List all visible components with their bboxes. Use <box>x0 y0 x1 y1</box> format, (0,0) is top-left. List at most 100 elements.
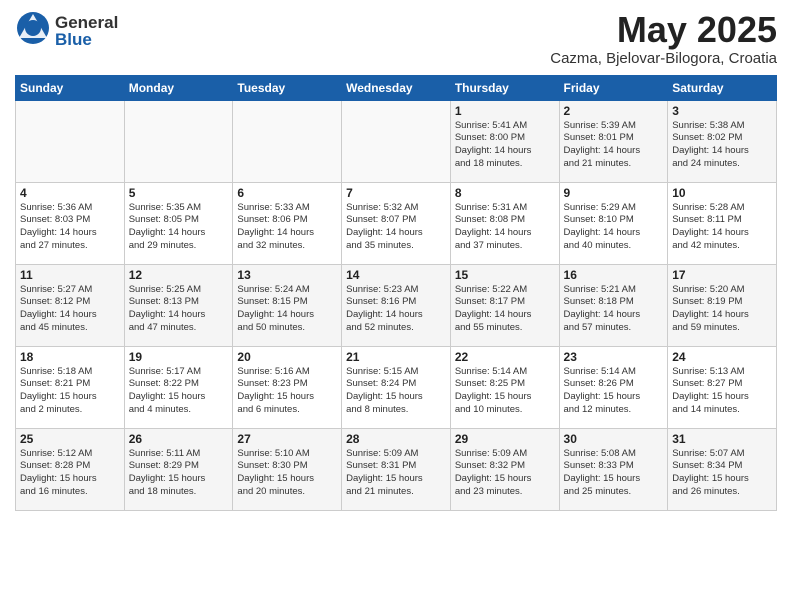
day-number: 22 <box>455 350 555 364</box>
day-info: Sunrise: 5:39 AMSunset: 8:01 PMDaylight:… <box>564 120 664 171</box>
logo-icon <box>15 10 51 51</box>
day-number: 16 <box>564 268 664 282</box>
calendar-header-thursday: Thursday <box>450 75 559 100</box>
day-number: 18 <box>20 350 120 364</box>
calendar-cell: 25 Sunrise: 5:12 AMSunset: 8:28 PMDayligh… <box>16 428 125 510</box>
day-info: Sunrise: 5:09 AMSunset: 8:32 PMDaylight:… <box>455 448 555 499</box>
calendar-cell: 4 Sunrise: 5:36 AMSunset: 8:03 PMDaylight… <box>16 182 125 264</box>
day-number: 10 <box>672 186 772 200</box>
calendar-header-friday: Friday <box>559 75 668 100</box>
day-info: Sunrise: 5:14 AMSunset: 8:25 PMDaylight:… <box>455 366 555 417</box>
calendar-cell <box>16 100 125 182</box>
day-number: 5 <box>129 186 229 200</box>
calendar-cell: 27Sunrise: 5:10 AMSunset: 8:30 PMDayligh… <box>233 428 342 510</box>
day-number: 3 <box>672 104 772 118</box>
calendar-cell: 28 Sunrise: 5:09 AMSunset: 8:31 PMDayligh… <box>342 428 451 510</box>
day-info: Sunrise: 5:11 AMSunset: 8:29 PMDaylight:… <box>129 448 229 499</box>
day-info: Sunrise: 5:36 AMSunset: 8:03 PMDaylight:… <box>20 202 120 253</box>
calendar-cell: 29 Sunrise: 5:09 AMSunset: 8:32 PMDayligh… <box>450 428 559 510</box>
calendar-week-0: 1Sunrise: 5:41 AMSunset: 8:00 PMDaylight… <box>16 100 777 182</box>
header: General Blue May 2025 Cazma, Bjelovar-Bi… <box>15 10 777 67</box>
day-info: Sunrise: 5:08 AMSunset: 8:33 PMDaylight:… <box>564 448 664 499</box>
calendar-week-2: 11Sunrise: 5:27 AMSunset: 8:12 PMDayligh… <box>16 264 777 346</box>
day-number: 6 <box>237 186 337 200</box>
day-number: 4 <box>20 186 120 200</box>
page: General Blue May 2025 Cazma, Bjelovar-Bi… <box>0 0 792 612</box>
day-number: 31 <box>672 432 772 446</box>
calendar-cell: 19 Sunrise: 5:17 AMSunset: 8:22 PMDayligh… <box>124 346 233 428</box>
calendar-week-1: 4 Sunrise: 5:36 AMSunset: 8:03 PMDaylight… <box>16 182 777 264</box>
day-number: 28 <box>346 432 446 446</box>
logo: General Blue <box>15 10 118 51</box>
day-number: 14 <box>346 268 446 282</box>
logo-blue-text: Blue <box>55 31 118 48</box>
day-number: 23 <box>564 350 664 364</box>
day-number: 1 <box>455 104 555 118</box>
day-info: Sunrise: 5:24 AMSunset: 8:15 PMDaylight:… <box>237 284 337 335</box>
day-info: Sunrise: 5:38 AMSunset: 8:02 PMDaylight:… <box>672 120 772 171</box>
day-info: Sunrise: 5:18 AMSunset: 8:21 PMDaylight:… <box>20 366 120 417</box>
calendar-cell: 17 Sunrise: 5:20 AMSunset: 8:19 PMDayligh… <box>668 264 777 346</box>
calendar-cell: 23 Sunrise: 5:14 AMSunset: 8:26 PMDayligh… <box>559 346 668 428</box>
day-info: Sunrise: 5:07 AMSunset: 8:34 PMDaylight:… <box>672 448 772 499</box>
day-number: 12 <box>129 268 229 282</box>
day-number: 2 <box>564 104 664 118</box>
day-number: 21 <box>346 350 446 364</box>
calendar-cell <box>342 100 451 182</box>
calendar-location: Cazma, Bjelovar-Bilogora, Croatia <box>550 50 777 67</box>
calendar-table: SundayMondayTuesdayWednesdayThursdayFrid… <box>15 75 777 511</box>
day-number: 30 <box>564 432 664 446</box>
day-number: 11 <box>20 268 120 282</box>
day-number: 7 <box>346 186 446 200</box>
day-info: Sunrise: 5:35 AMSunset: 8:05 PMDaylight:… <box>129 202 229 253</box>
calendar-cell: 16 Sunrise: 5:21 AMSunset: 8:18 PMDayligh… <box>559 264 668 346</box>
day-info: Sunrise: 5:28 AMSunset: 8:11 PMDaylight:… <box>672 202 772 253</box>
day-info: Sunrise: 5:31 AMSunset: 8:08 PMDaylight:… <box>455 202 555 253</box>
calendar-cell: 9 Sunrise: 5:29 AMSunset: 8:10 PMDaylight… <box>559 182 668 264</box>
day-info: Sunrise: 5:12 AMSunset: 8:28 PMDaylight:… <box>20 448 120 499</box>
calendar-cell: 14 Sunrise: 5:23 AMSunset: 8:16 PMDayligh… <box>342 264 451 346</box>
calendar-cell: 2 Sunrise: 5:39 AMSunset: 8:01 PMDaylight… <box>559 100 668 182</box>
calendar-week-3: 18 Sunrise: 5:18 AMSunset: 8:21 PMDayligh… <box>16 346 777 428</box>
day-info: Sunrise: 5:14 AMSunset: 8:26 PMDaylight:… <box>564 366 664 417</box>
calendar-cell: 21Sunrise: 5:15 AMSunset: 8:24 PMDayligh… <box>342 346 451 428</box>
calendar-header-wednesday: Wednesday <box>342 75 451 100</box>
day-info: Sunrise: 5:16 AMSunset: 8:23 PMDaylight:… <box>237 366 337 417</box>
day-info: Sunrise: 5:29 AMSunset: 8:10 PMDaylight:… <box>564 202 664 253</box>
day-number: 8 <box>455 186 555 200</box>
calendar-cell: 30 Sunrise: 5:08 AMSunset: 8:33 PMDayligh… <box>559 428 668 510</box>
calendar-cell: 26Sunrise: 5:11 AMSunset: 8:29 PMDayligh… <box>124 428 233 510</box>
day-number: 15 <box>455 268 555 282</box>
day-info: Sunrise: 5:13 AMSunset: 8:27 PMDaylight:… <box>672 366 772 417</box>
day-info: Sunrise: 5:20 AMSunset: 8:19 PMDaylight:… <box>672 284 772 335</box>
calendar-cell: 12Sunrise: 5:25 AMSunset: 8:13 PMDayligh… <box>124 264 233 346</box>
calendar-cell: 5 Sunrise: 5:35 AMSunset: 8:05 PMDaylight… <box>124 182 233 264</box>
calendar-cell: 8 Sunrise: 5:31 AMSunset: 8:08 PMDaylight… <box>450 182 559 264</box>
calendar-cell: 1Sunrise: 5:41 AMSunset: 8:00 PMDaylight… <box>450 100 559 182</box>
logo-general-text: General <box>55 14 118 31</box>
calendar-title: May 2025 <box>550 10 777 50</box>
calendar-cell: 15 Sunrise: 5:22 AMSunset: 8:17 PMDayligh… <box>450 264 559 346</box>
calendar-header-tuesday: Tuesday <box>233 75 342 100</box>
calendar-cell: 11Sunrise: 5:27 AMSunset: 8:12 PMDayligh… <box>16 264 125 346</box>
day-info: Sunrise: 5:17 AMSunset: 8:22 PMDaylight:… <box>129 366 229 417</box>
calendar-cell: 24Sunrise: 5:13 AMSunset: 8:27 PMDayligh… <box>668 346 777 428</box>
calendar-header-monday: Monday <box>124 75 233 100</box>
day-number: 9 <box>564 186 664 200</box>
calendar-cell: 6 Sunrise: 5:33 AMSunset: 8:06 PMDaylight… <box>233 182 342 264</box>
day-number: 17 <box>672 268 772 282</box>
calendar-header-sunday: Sunday <box>16 75 125 100</box>
day-info: Sunrise: 5:09 AMSunset: 8:31 PMDaylight:… <box>346 448 446 499</box>
day-info: Sunrise: 5:33 AMSunset: 8:06 PMDaylight:… <box>237 202 337 253</box>
day-number: 20 <box>237 350 337 364</box>
calendar-cell: 22 Sunrise: 5:14 AMSunset: 8:25 PMDayligh… <box>450 346 559 428</box>
day-info: Sunrise: 5:23 AMSunset: 8:16 PMDaylight:… <box>346 284 446 335</box>
day-number: 29 <box>455 432 555 446</box>
day-info: Sunrise: 5:22 AMSunset: 8:17 PMDaylight:… <box>455 284 555 335</box>
day-number: 19 <box>129 350 229 364</box>
day-number: 25 <box>20 432 120 446</box>
calendar-week-4: 25 Sunrise: 5:12 AMSunset: 8:28 PMDayligh… <box>16 428 777 510</box>
day-info: Sunrise: 5:21 AMSunset: 8:18 PMDaylight:… <box>564 284 664 335</box>
calendar-cell: 31 Sunrise: 5:07 AMSunset: 8:34 PMDayligh… <box>668 428 777 510</box>
calendar-cell: 10 Sunrise: 5:28 AMSunset: 8:11 PMDayligh… <box>668 182 777 264</box>
